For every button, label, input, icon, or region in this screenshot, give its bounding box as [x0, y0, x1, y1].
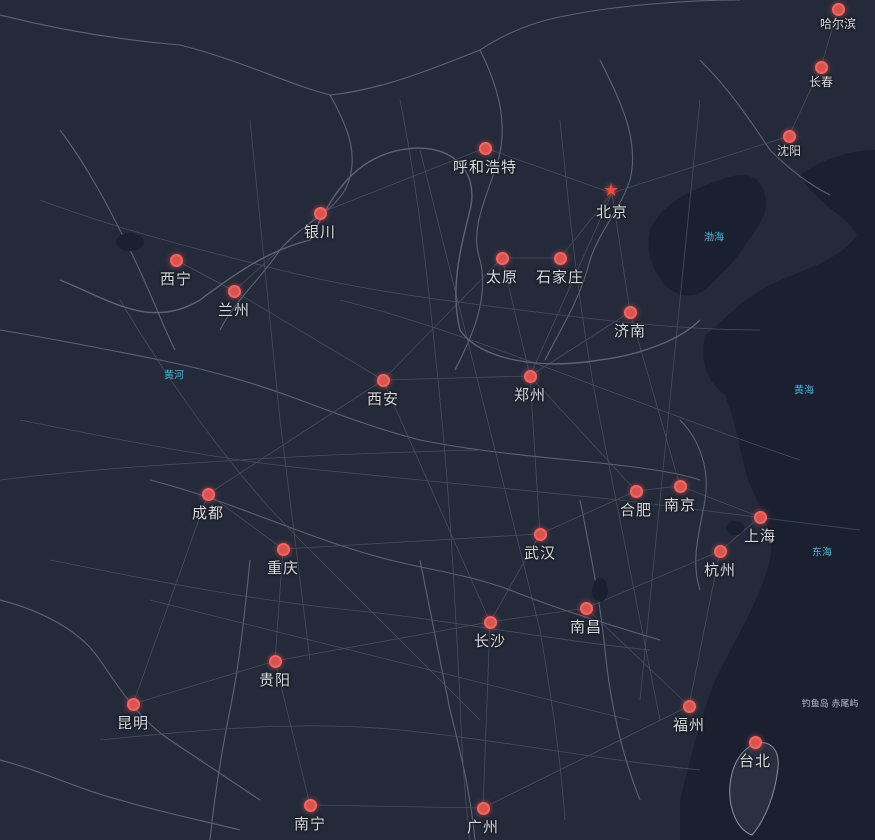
city-label: 台北 — [738, 752, 772, 770]
city-label: 武汉 — [523, 544, 557, 562]
city-label: 呼和浩特 — [452, 158, 518, 176]
poyang-lake — [592, 578, 608, 602]
taihu-lake — [726, 521, 744, 535]
dot-icon — [127, 698, 140, 711]
city-label: 上海 — [743, 527, 777, 545]
dot-icon — [714, 545, 727, 558]
dot-icon — [304, 799, 317, 812]
dot-icon — [496, 252, 509, 265]
city-label: 郑州 — [513, 386, 547, 404]
dot-icon — [683, 700, 696, 713]
city-label: 昆明 — [116, 714, 150, 732]
dot-icon — [477, 802, 490, 815]
dot-icon — [754, 511, 767, 524]
city-label: 杭州 — [703, 561, 737, 579]
city-label: 沈阳 — [776, 144, 802, 158]
city-label: 合肥 — [619, 501, 653, 519]
city-label: 长春 — [808, 75, 834, 89]
island-label-diaoyu: 钓鱼岛 赤尾屿 — [801, 699, 859, 710]
sea-label-donghai: 东海 — [812, 547, 832, 559]
city-label: 太原 — [485, 268, 519, 286]
dot-icon — [630, 485, 643, 498]
city-label: 南宁 — [293, 815, 327, 833]
city-label: 哈尔滨 — [819, 17, 857, 31]
sea-label-huanghai: 黄海 — [794, 385, 814, 397]
city-label: 成都 — [191, 504, 225, 522]
map-canvas[interactable]: 渤海 黄海 东海 黄河 钓鱼岛 赤尾屿 ★ 北京 哈尔滨 长春 沈阳 呼和浩特 … — [0, 0, 875, 840]
dot-icon — [534, 528, 547, 541]
city-label: 长沙 — [473, 632, 507, 650]
star-icon: ★ — [603, 180, 620, 201]
dot-icon — [524, 370, 537, 383]
dot-icon — [277, 543, 290, 556]
river-label-huanghe: 黄河 — [164, 370, 184, 382]
dot-icon — [484, 616, 497, 629]
dot-icon — [314, 207, 327, 220]
dot-icon — [674, 480, 687, 493]
city-label: 贵阳 — [258, 671, 292, 689]
city-label: 广州 — [466, 818, 500, 836]
dot-icon — [749, 736, 762, 749]
dot-icon — [269, 655, 282, 668]
city-label: 重庆 — [266, 559, 300, 577]
dot-icon — [479, 142, 492, 155]
city-label: 兰州 — [217, 301, 251, 319]
dot-icon — [580, 602, 593, 615]
city-label: 银川 — [303, 223, 337, 241]
dot-icon — [202, 488, 215, 501]
city-label: 南京 — [663, 496, 697, 514]
city-label: 西安 — [366, 390, 400, 408]
city-label: 石家庄 — [535, 268, 585, 286]
dot-icon — [554, 252, 567, 265]
city-label: 西宁 — [159, 270, 193, 288]
qinghai-lake — [116, 233, 144, 251]
dot-icon — [377, 374, 390, 387]
sea-label-bohai: 渤海 — [704, 232, 724, 244]
city-label: 济南 — [613, 322, 647, 340]
dot-icon — [624, 306, 637, 319]
city-label: 南昌 — [569, 618, 603, 636]
dot-icon — [170, 254, 183, 267]
dot-icon — [228, 285, 241, 298]
city-label: 北京 — [595, 203, 629, 221]
city-label: 福州 — [672, 716, 706, 734]
